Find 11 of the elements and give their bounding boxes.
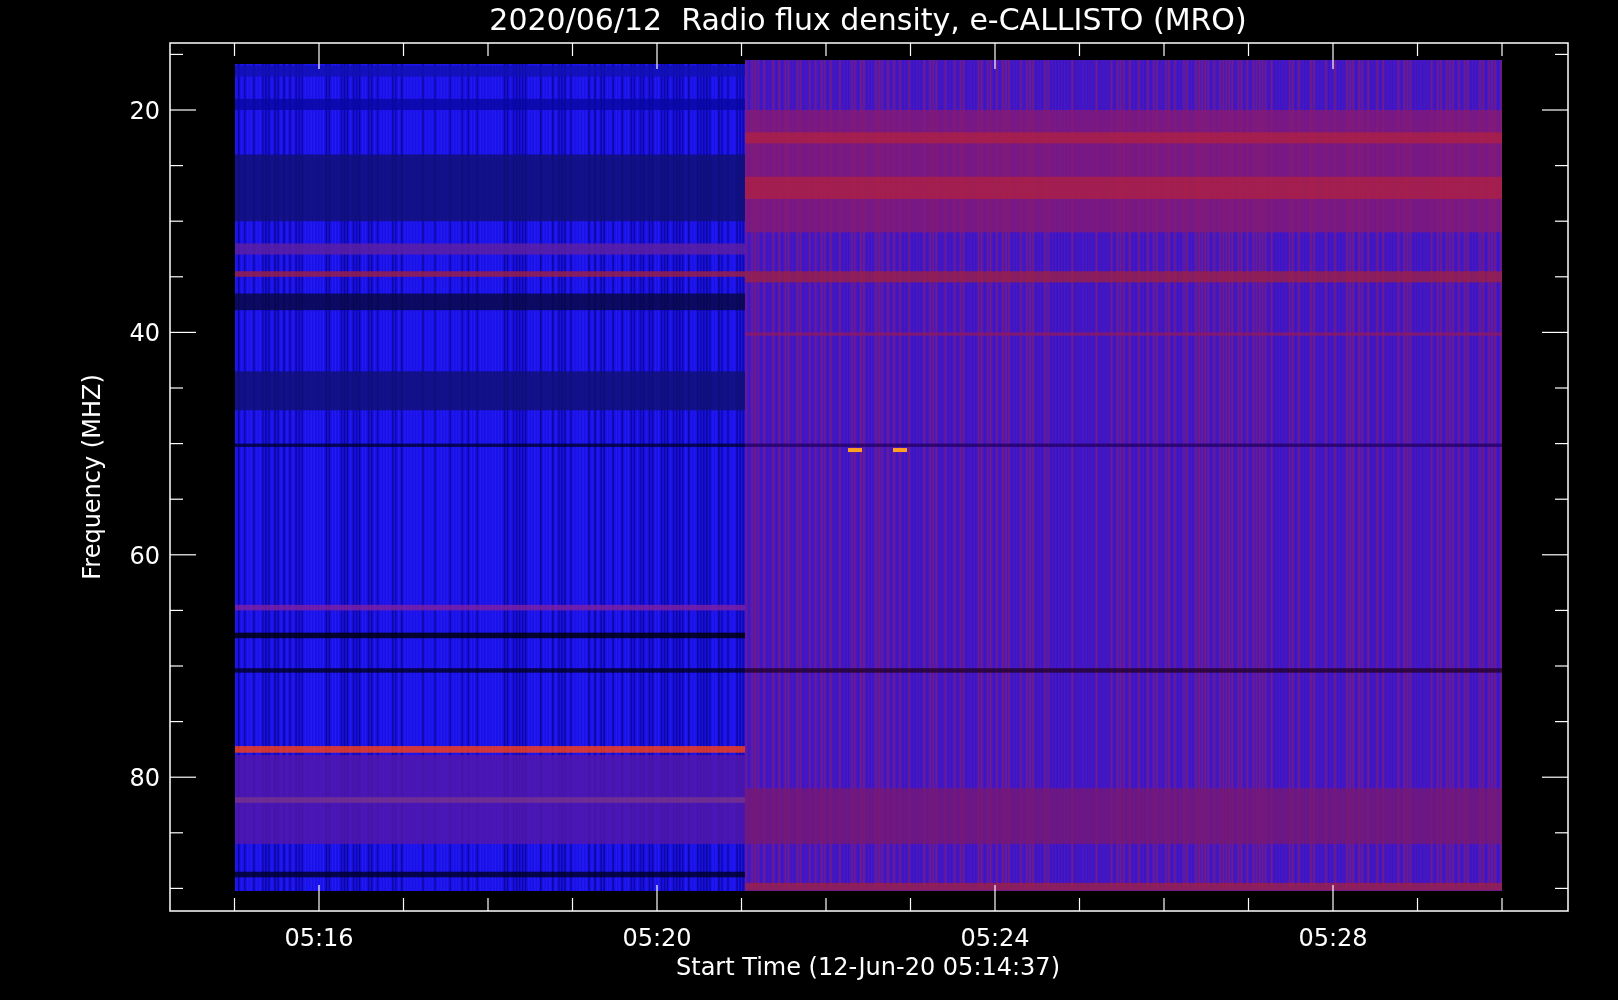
x-tick-label: 05:16 bbox=[284, 924, 354, 952]
chart-title: 2020/06/12 Radio flux density, e-CALLISTO (MRO) bbox=[489, 2, 1247, 37]
x-axis-label: Start Time (12-Jun-20 05:14:37) bbox=[676, 953, 1060, 981]
y-tick-label: 60 bbox=[129, 541, 160, 570]
y-axis-label: Frequency (MHZ) bbox=[78, 374, 106, 580]
y-tick-label: 80 bbox=[129, 764, 160, 793]
y-tick-label: 40 bbox=[129, 319, 160, 348]
x-tick-label: 05:24 bbox=[960, 924, 1030, 952]
x-tick-label: 05:20 bbox=[622, 924, 692, 952]
y-tick-label: 20 bbox=[129, 97, 160, 125]
x-tick-label: 05:28 bbox=[1298, 924, 1368, 952]
